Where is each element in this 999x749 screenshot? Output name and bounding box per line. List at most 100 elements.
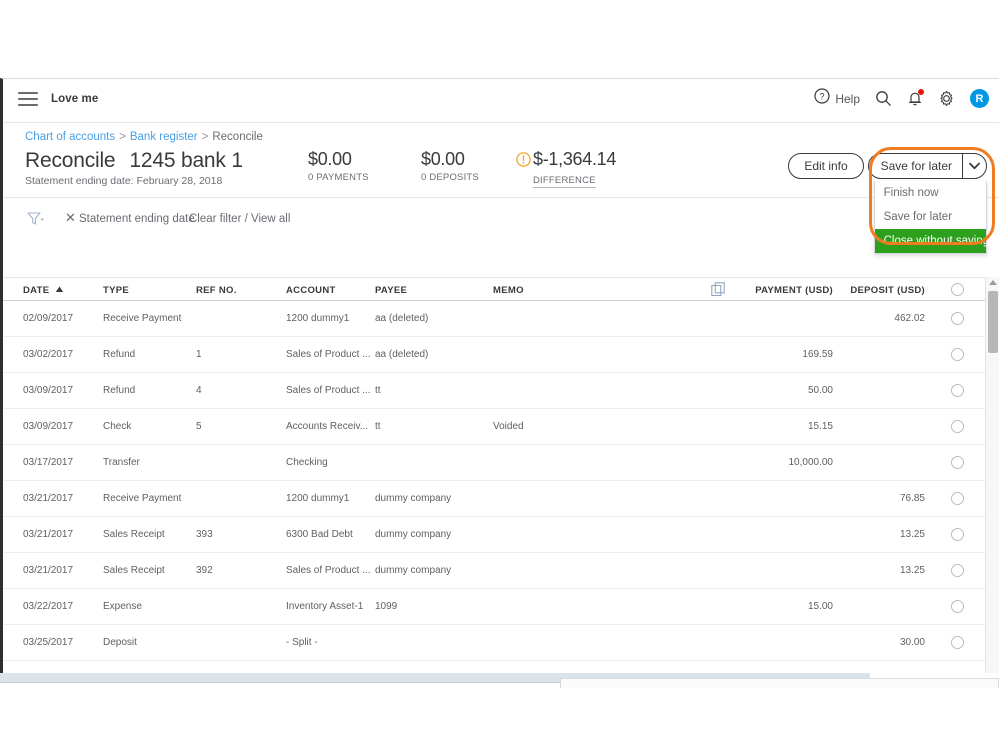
cell-payment: 15.15	[807, 421, 833, 432]
row-select-circle[interactable]	[951, 420, 964, 433]
column-header-deposit[interactable]: DEPOSIT (USD)	[825, 285, 925, 296]
scrollbar-thumb[interactable]	[988, 291, 998, 353]
cell-deposit: 462.02	[894, 313, 925, 324]
difference-amount: $-1,364.14	[533, 149, 617, 169]
cell-date: 03/21/2017	[23, 493, 74, 504]
hamburger-icon[interactable]	[18, 92, 38, 108]
payments-amount: $0.00	[308, 149, 352, 169]
cell-date: 03/21/2017	[23, 529, 74, 540]
table-row[interactable]: 03/21/2017 Receive Payment 1200 dummy1 dumm…	[3, 481, 999, 517]
bell-icon[interactable]	[907, 89, 924, 107]
cell-date: 03/21/2017	[23, 565, 74, 576]
dropdown-item-save-for-later[interactable]: Save for later	[875, 205, 986, 229]
cell-date: 03/25/2017	[23, 637, 74, 648]
table-row[interactable]: 03/02/2017 Refund 1 Sales of Product ... aa …	[3, 337, 999, 373]
sort-ascending-icon	[56, 286, 64, 292]
cell-type: Deposit	[103, 637, 137, 648]
help-button[interactable]: ? Help	[814, 88, 860, 109]
select-all-circle[interactable]	[951, 283, 964, 296]
breadcrumb-bank-register[interactable]: Bank register	[130, 131, 198, 143]
page-header: Chart of accounts > Bank register > Reconcil…	[3, 123, 999, 254]
chevron-down-icon[interactable]	[962, 154, 986, 178]
cell-account: Sales of Product ...	[286, 349, 371, 360]
cell-type: Expense	[103, 601, 142, 612]
column-header-account[interactable]: ACCOUNT	[286, 285, 336, 296]
avatar[interactable]: R	[970, 89, 989, 108]
page-title-block: Reconcile 1245 bank 1 Statement ending da…	[25, 149, 243, 187]
dropdown-item-close-without-saving[interactable]: Close without saving	[874, 229, 989, 253]
column-header-type[interactable]: TYPE	[103, 285, 129, 296]
cell-payee: tt	[375, 421, 381, 432]
deposits-label: 0 DEPOSITS	[421, 172, 479, 183]
row-select-circle[interactable]	[951, 492, 964, 505]
breadcrumb-separator: >	[201, 131, 209, 143]
clear-filter-link[interactable]: Clear filter / View all	[189, 213, 290, 225]
cell-deposit: 30.00	[899, 637, 925, 648]
cell-payment: 15.00	[807, 601, 833, 612]
row-select-circle[interactable]	[951, 528, 964, 541]
row-select-circle[interactable]	[951, 564, 964, 577]
cell-account: 1200 dummy1	[286, 313, 350, 324]
cell-date: 03/09/2017	[23, 421, 74, 432]
edit-info-button[interactable]: Edit info	[788, 153, 864, 179]
cell-payee: dummy company	[375, 493, 452, 504]
cell-type: Check	[103, 421, 132, 432]
cell-date: 03/17/2017	[23, 457, 74, 468]
transactions-table: DATE TYPE REF NO. ACCOUNT PAYEE MEMO PAY…	[3, 277, 999, 661]
table-row[interactable]: 03/17/2017 Transfer Checking 10,000.00	[3, 445, 999, 481]
cell-account: - Split -	[286, 637, 318, 648]
column-header-date[interactable]: DATE	[23, 285, 64, 296]
cell-date: 02/09/2017	[23, 313, 74, 324]
cell-date: 03/02/2017	[23, 349, 74, 360]
funnel-icon[interactable]	[27, 212, 45, 231]
nav-right-actions: ? Help R	[814, 88, 989, 109]
gear-icon[interactable]	[938, 90, 955, 107]
row-select-circle[interactable]	[951, 384, 964, 397]
search-icon[interactable]	[875, 90, 892, 107]
cell-account: Inventory Asset-1	[286, 601, 364, 612]
cell-date: 03/22/2017	[23, 601, 74, 612]
copy-icon[interactable]	[711, 282, 726, 302]
table-row[interactable]: 03/21/2017 Sales Receipt 393 6300 Bad Debt d…	[3, 517, 999, 553]
cell-ref-no: 5	[196, 421, 202, 432]
question-circle-icon: ?	[814, 88, 830, 109]
table-row[interactable]: 03/09/2017 Check 5 Accounts Receiv... tt Void…	[3, 409, 999, 445]
stat-deposits: $0.00 0 DEPOSITS	[421, 149, 479, 183]
column-header-payee[interactable]: PAYEE	[375, 285, 407, 296]
scroll-up-arrow-icon[interactable]	[989, 280, 997, 285]
cell-deposit: 13.25	[899, 565, 925, 576]
vertical-scrollbar[interactable]	[985, 277, 999, 673]
cell-ref-no: 4	[196, 385, 202, 396]
filter-chip-label: Statement ending date	[79, 213, 195, 225]
dropdown-item-finish-now[interactable]: Finish now	[875, 181, 986, 205]
table-row[interactable]: 03/21/2017 Sales Receipt 392 Sales of Produ…	[3, 553, 999, 589]
difference-label: DIFFERENCE	[533, 175, 596, 188]
row-select-circle[interactable]	[951, 348, 964, 361]
row-select-circle[interactable]	[951, 456, 964, 469]
breadcrumb-chart-of-accounts[interactable]: Chart of accounts	[25, 131, 115, 143]
row-select-circle[interactable]	[951, 312, 964, 325]
cell-memo: Voided	[493, 421, 524, 432]
close-icon[interactable]: ✕	[65, 210, 76, 226]
table-row[interactable]: 03/25/2017 Deposit - Split - 30.00	[3, 625, 999, 661]
column-header-ref-no[interactable]: REF NO.	[196, 285, 237, 296]
cell-type: Receive Payment	[103, 313, 182, 324]
table-header-row: DATE TYPE REF NO. ACCOUNT PAYEE MEMO PAY…	[3, 277, 999, 301]
filter-bar: ✕ Statement ending date Clear filter / V…	[3, 198, 999, 242]
cell-payment: 50.00	[807, 385, 833, 396]
cell-date: 03/09/2017	[23, 385, 74, 396]
cell-payment: 10,000.00	[788, 457, 834, 468]
cell-payment: 169.59	[802, 349, 833, 360]
table-row[interactable]: 03/09/2017 Refund 4 Sales of Product ... tt 5…	[3, 373, 999, 409]
cell-type: Transfer	[103, 457, 140, 468]
row-select-circle[interactable]	[951, 636, 964, 649]
payments-label: 0 PAYMENTS	[308, 172, 369, 183]
cell-account: 1200 dummy1	[286, 493, 350, 504]
save-for-later-button[interactable]: Save for later	[869, 154, 962, 178]
table-row[interactable]: 02/09/2017 Receive Payment 1200 dummy1 aa (…	[3, 301, 999, 337]
notification-dot	[918, 89, 924, 95]
row-select-circle[interactable]	[951, 600, 964, 613]
table-row[interactable]: 03/22/2017 Expense Inventory Asset-1 1099 15…	[3, 589, 999, 625]
column-header-memo[interactable]: MEMO	[493, 285, 524, 296]
column-header-payment[interactable]: PAYMENT (USD)	[733, 285, 833, 296]
